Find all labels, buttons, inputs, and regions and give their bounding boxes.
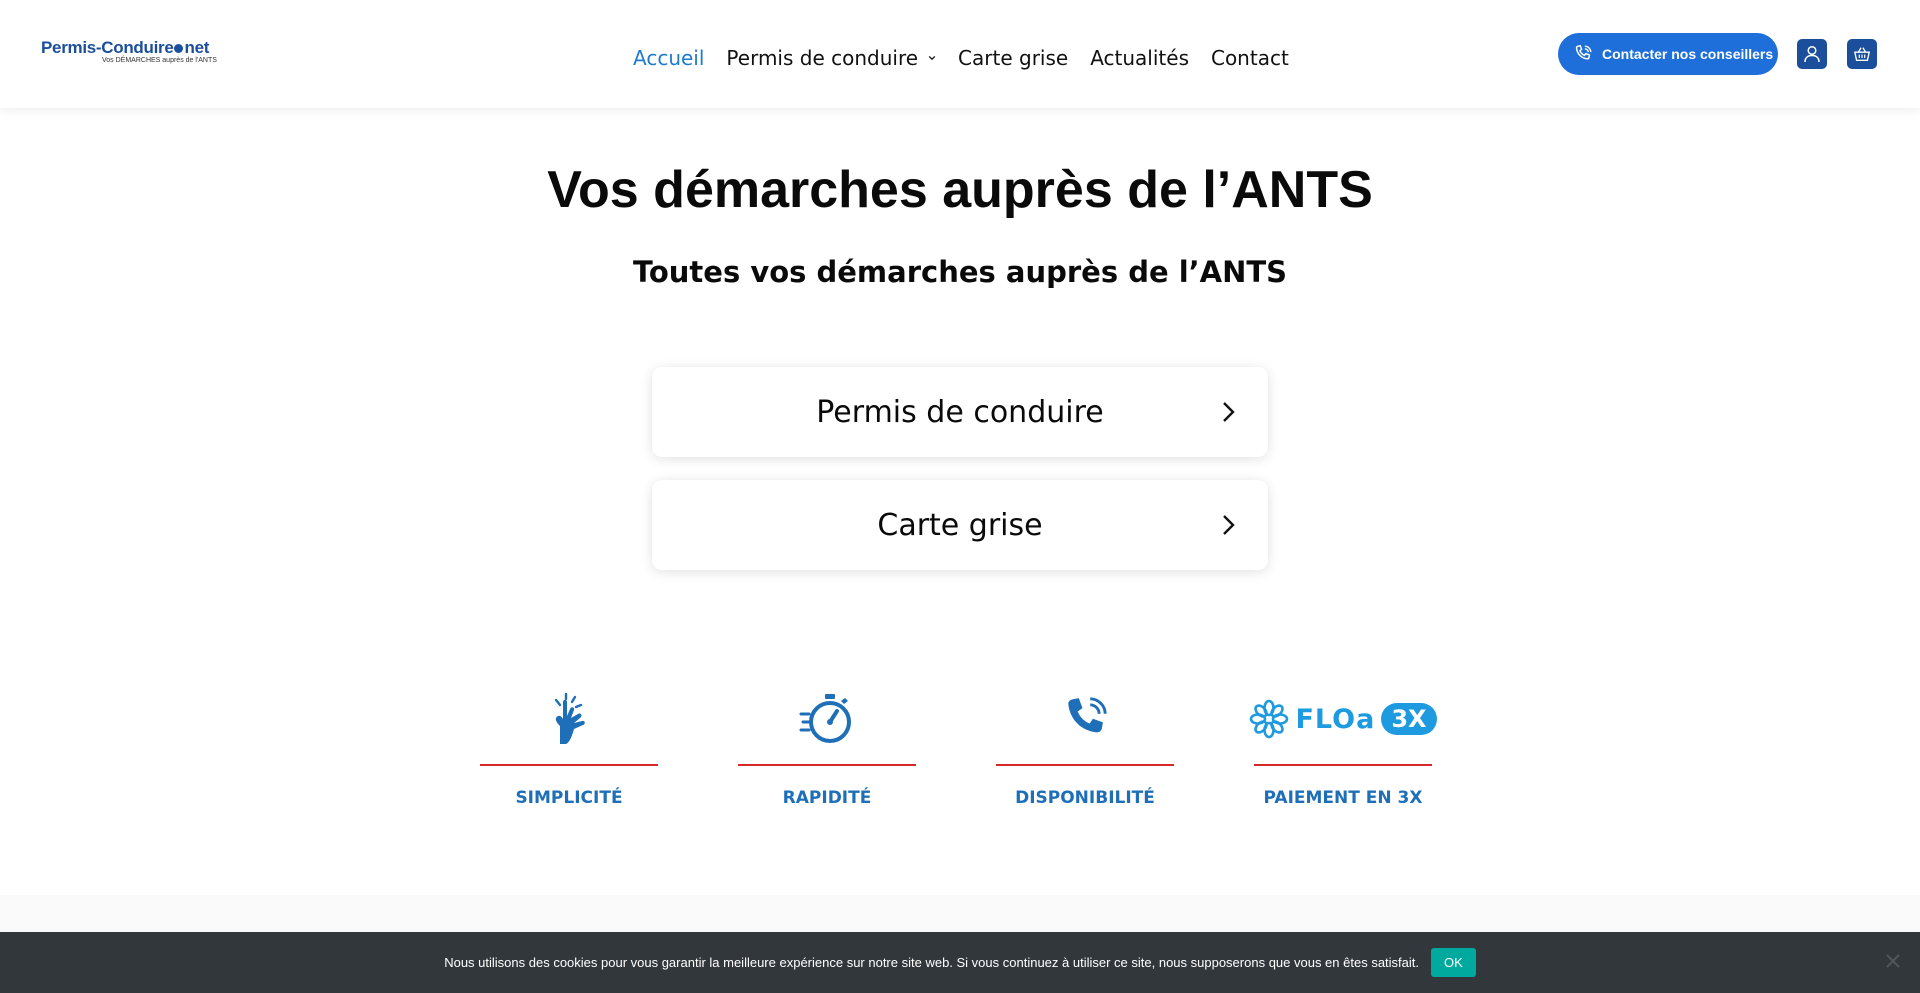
account-button[interactable] — [1797, 39, 1827, 69]
floa-flower-icon — [1250, 699, 1289, 739]
feature-icon-wrap: FLOa 3X — [1250, 690, 1437, 748]
cookie-message: Nous utilisons des cookies pour vous gar… — [444, 955, 1419, 970]
feature-paiement-3x: FLOa 3X PAIEMENT EN 3X — [1250, 690, 1437, 808]
chevron-right-icon — [1223, 402, 1235, 422]
card-label: Carte grise — [877, 507, 1043, 543]
logo-tagline: Vos DÉMARCHES auprès de l'ANTS — [102, 57, 217, 64]
nav-label: Carte grise — [958, 46, 1069, 70]
site-header: Permis-Conduire net Vos DÉMARCHES auprès … — [0, 0, 1920, 108]
finger-tap-icon — [554, 692, 585, 744]
feature-disponibilite: DISPONIBILITÉ — [996, 690, 1174, 808]
feature-icon-wrap — [996, 690, 1174, 748]
footer-strip — [0, 895, 1920, 932]
feature-label: DISPONIBILITÉ — [1015, 788, 1155, 808]
contact-advisors-button[interactable]: Contacter nos conseillers — [1558, 33, 1778, 75]
nav-item-actualites[interactable]: Actualités — [1090, 46, 1189, 70]
floa-3x-logo: FLOa 3X — [1249, 699, 1437, 739]
nav-label: Accueil — [633, 46, 705, 70]
feature-divider — [738, 764, 916, 766]
nav-item-contact[interactable]: Contact — [1211, 46, 1289, 70]
logo-wordmark: Permis-Conduire net — [41, 38, 216, 58]
phone-icon — [1575, 44, 1592, 60]
card-label: Permis de conduire — [816, 394, 1104, 430]
feature-rapidite: RAPIDITÉ — [738, 690, 916, 808]
site-logo[interactable]: Permis-Conduire net Vos DÉMARCHES auprès … — [41, 38, 217, 68]
feature-label: PAIEMENT EN 3X — [1263, 788, 1423, 808]
chevron-down-icon — [928, 55, 936, 61]
floa-3x-badge: 3X — [1381, 703, 1437, 735]
nav-label: Actualités — [1090, 46, 1189, 70]
cart-button[interactable] — [1847, 39, 1877, 69]
logo-text-right: net — [184, 38, 210, 57]
main-nav: Accueil Permis de conduire Carte grise A… — [633, 44, 1311, 72]
phone-ringing-icon — [1068, 697, 1107, 733]
page-title: Vos démarches auprès de l’ANTS — [547, 161, 1373, 219]
feature-label: SIMPLICITÉ — [515, 788, 623, 808]
feature-icon-wrap — [480, 690, 658, 748]
feature-divider — [996, 764, 1174, 766]
nav-item-accueil[interactable]: Accueil — [633, 46, 704, 70]
user-icon — [1804, 45, 1820, 63]
card-permis-de-conduire[interactable]: Permis de conduire — [652, 367, 1268, 457]
stopwatch-icon — [799, 694, 851, 743]
close-icon[interactable] — [1884, 952, 1902, 970]
contact-advisors-label: Contacter nos conseillers — [1602, 46, 1774, 62]
floa-wordmark: FLOa — [1295, 703, 1376, 735]
page-subtitle: Toutes vos démarches auprès de l’ANTS — [632, 255, 1288, 289]
nav-item-permis[interactable]: Permis de conduire — [726, 46, 936, 70]
feature-divider — [1254, 764, 1432, 766]
chevron-right-icon — [1223, 515, 1235, 535]
logo-text-left: Permis-Conduire — [41, 38, 174, 57]
nav-item-carte-grise[interactable]: Carte grise — [958, 46, 1068, 70]
nav-label: Permis de conduire — [726, 46, 919, 70]
logo-dot — [174, 43, 184, 53]
cookie-ok-button[interactable]: OK — [1431, 948, 1476, 977]
basket-icon — [1853, 47, 1871, 61]
nav-label: Contact — [1210, 46, 1289, 70]
feature-label: RAPIDITÉ — [782, 788, 872, 808]
feature-simplicite: SIMPLICITÉ — [480, 690, 658, 808]
cookie-banner: Nous utilisons des cookies pour vous gar… — [0, 932, 1920, 993]
feature-divider — [480, 764, 658, 766]
feature-icon-wrap — [738, 690, 916, 748]
card-carte-grise[interactable]: Carte grise — [652, 480, 1268, 570]
